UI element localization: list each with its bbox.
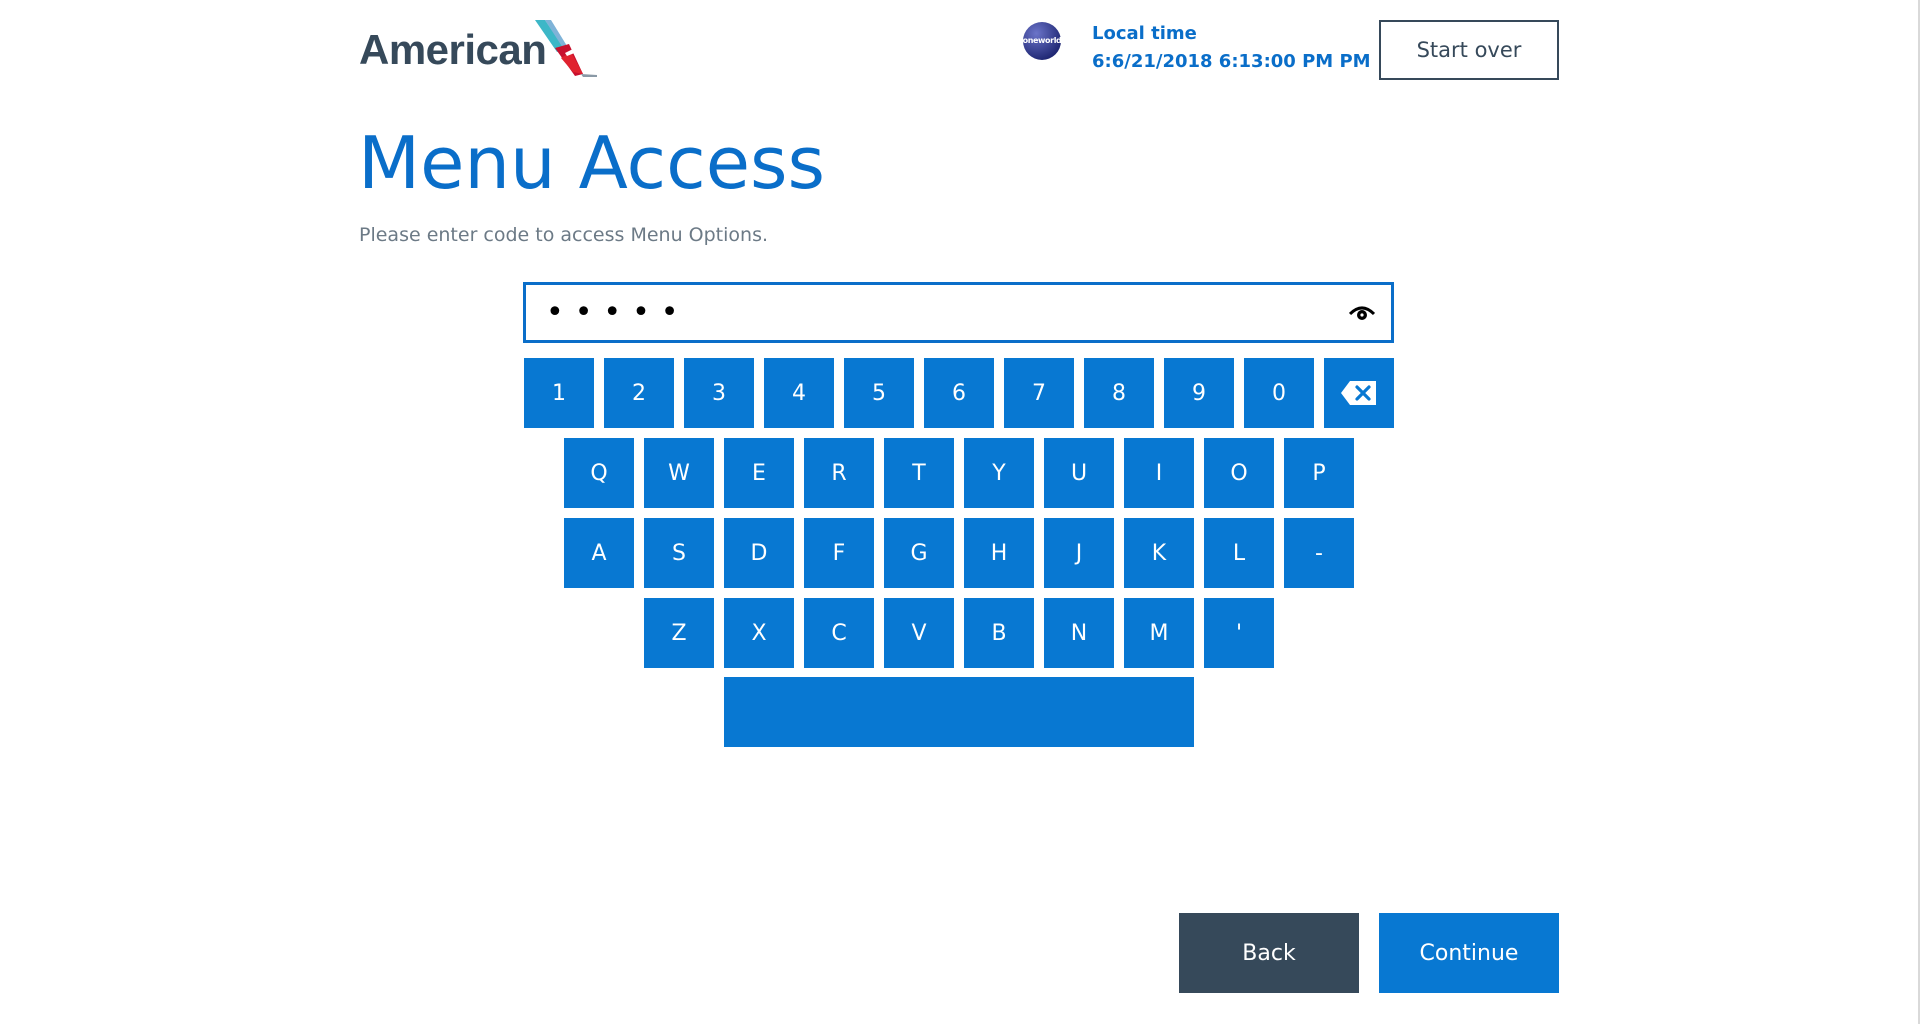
access-code-field[interactable]: ••••• <box>523 282 1394 343</box>
key-c[interactable]: C <box>804 598 874 668</box>
key-3[interactable]: 3 <box>684 358 754 428</box>
key-1[interactable]: 1 <box>524 358 594 428</box>
key-q[interactable]: Q <box>564 438 634 508</box>
key-k[interactable]: K <box>1124 518 1194 588</box>
key-7[interactable]: 7 <box>1004 358 1074 428</box>
american-airlines-logo: American <box>359 20 599 80</box>
key-i[interactable]: I <box>1124 438 1194 508</box>
key-m[interactable]: M <box>1124 598 1194 668</box>
key-y[interactable]: Y <box>964 438 1034 508</box>
key-l[interactable]: L <box>1204 518 1274 588</box>
key-hyphen[interactable]: - <box>1284 518 1354 588</box>
key-x[interactable]: X <box>724 598 794 668</box>
key-g[interactable]: G <box>884 518 954 588</box>
key-h[interactable]: H <box>964 518 1034 588</box>
key-b[interactable]: B <box>964 598 1034 668</box>
logo-wordmark: American <box>359 26 547 73</box>
on-screen-keyboard: 1 2 3 4 5 6 7 8 9 0 Q W E R T Y U I O P … <box>0 0 1920 1024</box>
key-u[interactable]: U <box>1044 438 1114 508</box>
start-over-button[interactable]: Start over <box>1379 20 1559 80</box>
key-5[interactable]: 5 <box>844 358 914 428</box>
key-j[interactable]: J <box>1044 518 1114 588</box>
key-p[interactable]: P <box>1284 438 1354 508</box>
back-button[interactable]: Back <box>1179 913 1359 993</box>
key-f[interactable]: F <box>804 518 874 588</box>
backspace-icon <box>1341 381 1376 405</box>
key-t[interactable]: T <box>884 438 954 508</box>
key-e[interactable]: E <box>724 438 794 508</box>
key-s[interactable]: S <box>644 518 714 588</box>
key-w[interactable]: W <box>644 438 714 508</box>
key-o[interactable]: O <box>1204 438 1274 508</box>
local-time-label: Local time <box>1092 23 1197 44</box>
page-title: Menu Access <box>358 121 826 205</box>
key-6[interactable]: 6 <box>924 358 994 428</box>
continue-button[interactable]: Continue <box>1379 913 1559 993</box>
key-a[interactable]: A <box>564 518 634 588</box>
eye-icon[interactable] <box>1349 302 1375 324</box>
masked-code-value: ••••• <box>546 295 690 330</box>
key-n[interactable]: N <box>1044 598 1114 668</box>
page-subtitle: Please enter code to access Menu Options… <box>359 224 769 246</box>
key-z[interactable]: Z <box>644 598 714 668</box>
backspace-key[interactable] <box>1324 358 1394 428</box>
space-bar[interactable] <box>724 677 1194 747</box>
key-8[interactable]: 8 <box>1084 358 1154 428</box>
key-9[interactable]: 9 <box>1164 358 1234 428</box>
key-4[interactable]: 4 <box>764 358 834 428</box>
local-time-block: Local time 6:6/21/2018 6:13:00 PM PM <box>1092 21 1371 77</box>
key-v[interactable]: V <box>884 598 954 668</box>
key-d[interactable]: D <box>724 518 794 588</box>
local-time-value: 6:6/21/2018 6:13:00 PM PM <box>1092 51 1371 72</box>
oneworld-label: oneworld <box>1022 36 1062 45</box>
flight-symbol-icon <box>535 20 597 77</box>
key-r[interactable]: R <box>804 438 874 508</box>
oneworld-badge: oneworld <box>1022 21 1062 61</box>
key-0[interactable]: 0 <box>1244 358 1314 428</box>
key-apostrophe[interactable]: ' <box>1204 598 1274 668</box>
key-2[interactable]: 2 <box>604 358 674 428</box>
kiosk-screen: American oneworld Local time 6:6/21/2018… <box>0 0 1920 1024</box>
